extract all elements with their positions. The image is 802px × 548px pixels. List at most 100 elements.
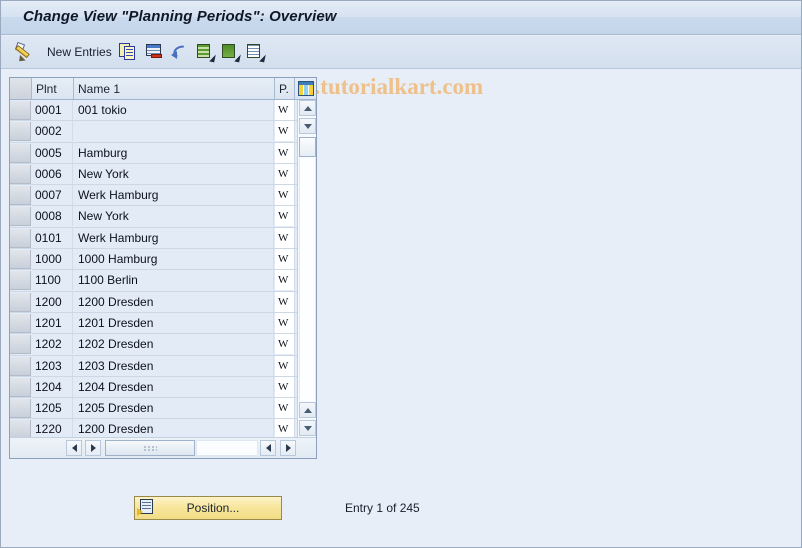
cell-plnt[interactable]: 0001 bbox=[32, 100, 73, 120]
cell-p[interactable]: W bbox=[275, 270, 295, 291]
scroll-down-button[interactable] bbox=[299, 118, 316, 134]
row-selector[interactable] bbox=[10, 250, 31, 270]
table-row[interactable]: 1220 1200 Dresden W bbox=[10, 419, 316, 437]
table-row[interactable]: 1202 1202 Dresden W bbox=[10, 334, 316, 356]
scroll-left-button[interactable] bbox=[66, 440, 82, 456]
row-selector[interactable] bbox=[10, 292, 31, 312]
scroll-right-button-2[interactable] bbox=[280, 440, 296, 456]
vertical-scroll-track[interactable] bbox=[299, 158, 316, 401]
scroll-page-up-button[interactable] bbox=[299, 402, 316, 418]
cell-name1[interactable]: 1203 Dresden bbox=[74, 355, 274, 376]
cell-name1[interactable]: Hamburg bbox=[74, 142, 274, 163]
row-selector[interactable] bbox=[10, 207, 31, 227]
cell-plnt[interactable]: 1203 bbox=[32, 355, 73, 376]
table-row[interactable]: 1201 1201 Dresden W bbox=[10, 312, 316, 335]
table-row[interactable]: 1205 1205 Dresden W bbox=[10, 398, 316, 420]
row-selector[interactable] bbox=[10, 335, 31, 355]
cell-p[interactable]: W bbox=[275, 398, 295, 419]
cell-name1[interactable]: 1000 Hamburg bbox=[74, 249, 274, 270]
cell-plnt[interactable]: 0101 bbox=[32, 227, 73, 248]
cell-plnt[interactable]: 0008 bbox=[32, 206, 73, 227]
row-selector[interactable] bbox=[10, 122, 31, 142]
table-row[interactable]: 0007 Werk Hamburg W bbox=[10, 185, 316, 207]
cell-plnt[interactable]: 1202 bbox=[32, 334, 73, 355]
cell-p[interactable]: W bbox=[275, 185, 295, 206]
row-selector[interactable] bbox=[10, 271, 31, 291]
cell-name1[interactable]: 1200 Dresden bbox=[74, 291, 274, 312]
table-row[interactable]: 1200 1200 Dresden W bbox=[10, 291, 316, 313]
table-row[interactable]: 0006 New York W bbox=[10, 163, 316, 186]
row-selector[interactable] bbox=[10, 228, 31, 248]
row-selector[interactable] bbox=[10, 399, 31, 419]
cell-name1[interactable]: 1201 Dresden bbox=[74, 312, 274, 333]
row-selector[interactable] bbox=[10, 186, 31, 206]
table-row[interactable]: 0002 W bbox=[10, 121, 316, 143]
cell-p[interactable]: W bbox=[275, 206, 295, 227]
cell-plnt[interactable]: 1200 bbox=[32, 291, 73, 312]
cell-name1[interactable]: 1205 Dresden bbox=[74, 398, 274, 419]
horizontal-scroll-track[interactable] bbox=[196, 440, 258, 456]
row-selector[interactable] bbox=[10, 313, 31, 333]
cell-name1[interactable]: 1100 Berlin bbox=[74, 270, 274, 291]
column-header-plnt[interactable]: Plnt bbox=[32, 78, 74, 99]
cell-p[interactable]: W bbox=[275, 142, 295, 163]
deselect-all-button[interactable] bbox=[246, 40, 266, 64]
table-row[interactable]: 1100 1100 Berlin W bbox=[10, 270, 316, 292]
cell-p[interactable]: W bbox=[275, 355, 295, 376]
cell-plnt[interactable]: 1100 bbox=[32, 270, 73, 291]
scroll-page-down-button[interactable] bbox=[299, 420, 316, 436]
cell-plnt[interactable]: 0002 bbox=[32, 121, 73, 142]
row-selector[interactable] bbox=[10, 420, 31, 437]
cell-p[interactable]: W bbox=[275, 163, 295, 184]
table-row[interactable]: 0005 Hamburg W bbox=[10, 142, 316, 164]
table-settings-button[interactable] bbox=[295, 78, 316, 99]
column-header-p[interactable]: P. bbox=[275, 78, 295, 99]
cell-plnt[interactable]: 1205 bbox=[32, 398, 73, 419]
copy-as-button[interactable] bbox=[119, 40, 137, 64]
horizontal-scroll-thumb[interactable] bbox=[105, 440, 195, 456]
cell-plnt[interactable]: 1204 bbox=[32, 376, 73, 397]
delete-button[interactable] bbox=[145, 40, 163, 64]
row-selector[interactable] bbox=[10, 377, 31, 397]
table-row[interactable]: 0008 New York W bbox=[10, 206, 316, 228]
new-entries-button[interactable]: New Entries bbox=[47, 40, 112, 64]
table-row[interactable]: 0101 Werk Hamburg W bbox=[10, 227, 316, 250]
table-row[interactable]: 1000 1000 Hamburg W bbox=[10, 249, 316, 271]
cell-p[interactable]: W bbox=[275, 376, 295, 397]
cell-plnt[interactable]: 0006 bbox=[32, 163, 73, 184]
cell-name1[interactable] bbox=[74, 121, 274, 142]
cell-name1[interactable]: 1204 Dresden bbox=[74, 376, 274, 397]
vertical-scroll-thumb[interactable] bbox=[299, 137, 316, 157]
cell-name1[interactable]: 001 tokio bbox=[74, 100, 274, 120]
cell-p[interactable]: W bbox=[275, 291, 295, 312]
cell-plnt[interactable]: 1000 bbox=[32, 249, 73, 270]
row-selector[interactable] bbox=[10, 356, 31, 376]
cell-name1[interactable]: Werk Hamburg bbox=[74, 185, 274, 206]
horizontal-scrollbar[interactable] bbox=[10, 437, 316, 458]
cell-plnt[interactable]: 1220 bbox=[32, 419, 73, 437]
select-all-button[interactable] bbox=[196, 40, 216, 64]
cell-p[interactable]: W bbox=[275, 121, 295, 142]
cell-p[interactable]: W bbox=[275, 419, 295, 437]
cell-name1[interactable]: New York bbox=[74, 206, 274, 227]
position-button[interactable]: Position... bbox=[134, 496, 282, 520]
table-row[interactable]: 0001 001 tokio W bbox=[10, 100, 316, 122]
cell-p[interactable]: W bbox=[275, 312, 295, 333]
row-selector[interactable] bbox=[10, 164, 31, 184]
cell-plnt[interactable]: 1201 bbox=[32, 312, 73, 333]
cell-name1[interactable]: 1200 Dresden bbox=[74, 419, 274, 437]
vertical-scrollbar[interactable] bbox=[297, 100, 316, 437]
select-block-button[interactable] bbox=[221, 40, 241, 64]
column-header-name1[interactable]: Name 1 bbox=[74, 78, 275, 99]
cell-p[interactable]: W bbox=[275, 100, 295, 120]
cell-plnt[interactable]: 0007 bbox=[32, 185, 73, 206]
scroll-up-button[interactable] bbox=[299, 100, 316, 116]
table-row[interactable]: 1203 1203 Dresden W bbox=[10, 355, 316, 377]
scroll-left-button-2[interactable] bbox=[260, 440, 276, 456]
cell-name1[interactable]: New York bbox=[74, 163, 274, 184]
cell-name1[interactable]: Werk Hamburg bbox=[74, 227, 274, 248]
column-header-selector[interactable] bbox=[10, 78, 32, 99]
edit-button[interactable] bbox=[14, 40, 35, 65]
cell-p[interactable]: W bbox=[275, 334, 295, 355]
cell-name1[interactable]: 1202 Dresden bbox=[74, 334, 274, 355]
